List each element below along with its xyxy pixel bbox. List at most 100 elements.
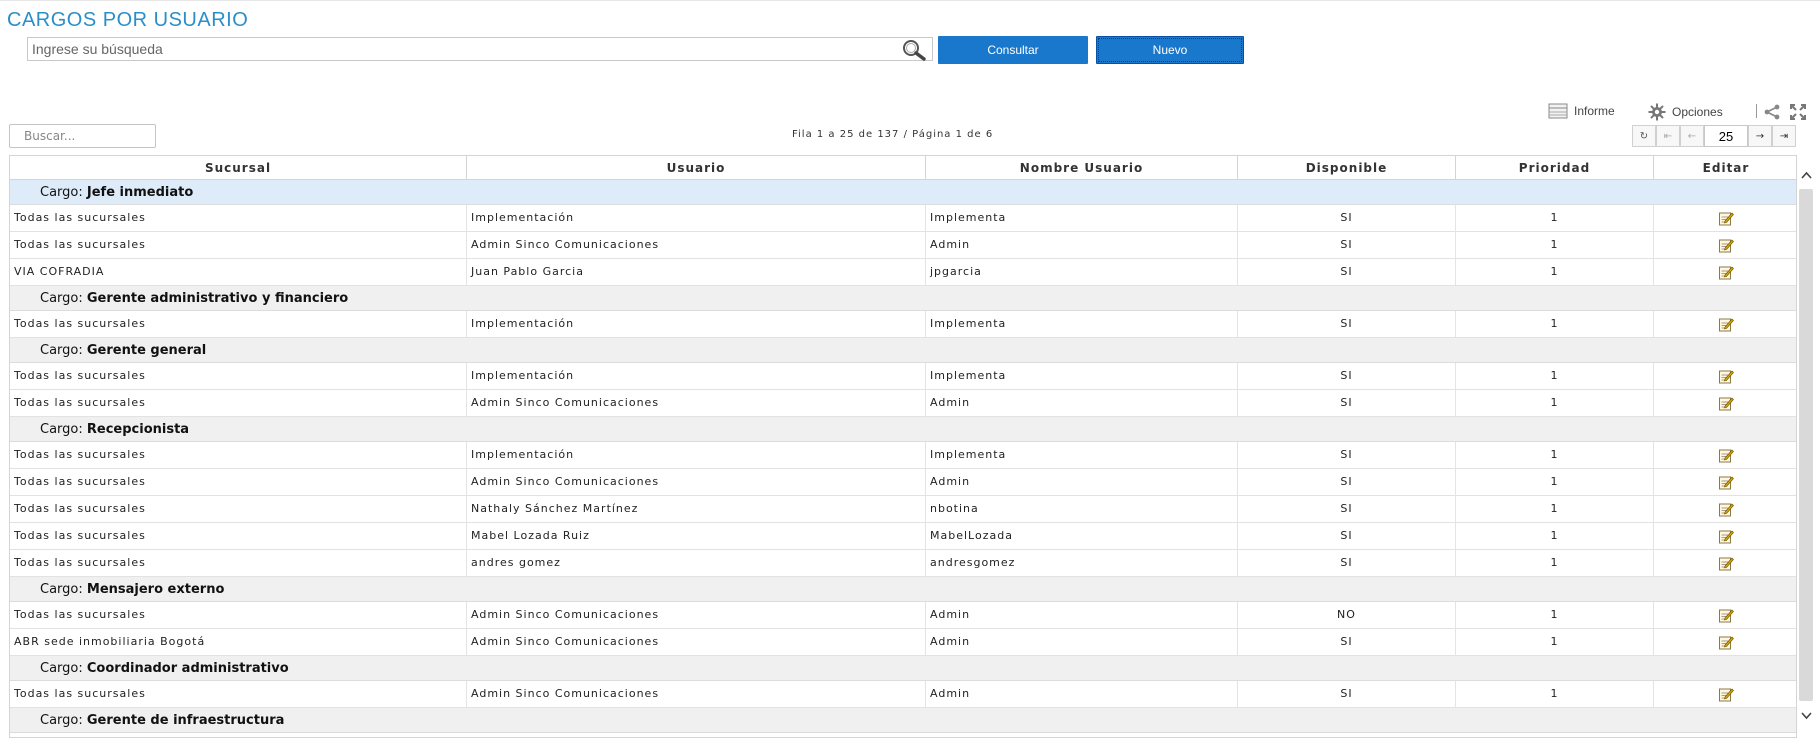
scroll-up-icon[interactable] bbox=[1800, 169, 1813, 182]
cell-nombre-usuario: nbotina bbox=[926, 496, 1238, 522]
table-row[interactable]: Todas las sucursales Implementación Implem… bbox=[10, 363, 1796, 390]
cell-disponible: SI bbox=[1238, 311, 1456, 337]
edit-icon[interactable] bbox=[1718, 264, 1734, 280]
table-row[interactable]: Todas las sucursales Admin Sinco Comunica… bbox=[10, 602, 1796, 629]
group-prefix: Cargo: bbox=[40, 713, 83, 728]
cell-disponible: NO bbox=[1238, 602, 1456, 628]
grid-search-input[interactable] bbox=[9, 124, 156, 148]
table-row[interactable]: VIA COFRADIA Juan Pablo Garcia jpgarcia SI 1 bbox=[10, 259, 1796, 286]
cell-nombre-usuario: Implementa bbox=[926, 311, 1238, 337]
table-row[interactable]: Todas las sucursales Implementación Implem… bbox=[10, 442, 1796, 469]
cell-sucursal: Todas las sucursales bbox=[10, 363, 467, 389]
cell-sucursal: Todas las sucursales bbox=[10, 496, 467, 522]
edit-icon[interactable] bbox=[1718, 368, 1734, 384]
table-row[interactable]: Todas las sucursales Admin Sinco Comunica… bbox=[10, 469, 1796, 496]
first-page-button[interactable]: ⇤ bbox=[1656, 125, 1680, 147]
last-page-button[interactable]: ⇥ bbox=[1772, 125, 1796, 147]
group-row[interactable]: Cargo: Jefe inmediato bbox=[10, 180, 1796, 205]
cell-sucursal: Todas las sucursales bbox=[10, 681, 467, 707]
cell-usuario: Admin Sinco Comunicaciones bbox=[467, 681, 926, 707]
cell-editar bbox=[1654, 363, 1796, 389]
edit-icon[interactable] bbox=[1718, 395, 1734, 411]
edit-icon[interactable] bbox=[1718, 634, 1734, 650]
table-row[interactable]: Todas las sucursales andres gomez andresgo… bbox=[10, 550, 1796, 577]
group-name: Recepcionista bbox=[86, 422, 190, 437]
col-header-prioridad[interactable]: Prioridad bbox=[1456, 156, 1654, 180]
share-icon[interactable] bbox=[1764, 104, 1780, 120]
cell-nombre-usuario: Admin bbox=[926, 469, 1238, 495]
cell-prioridad: 1 bbox=[1456, 681, 1654, 707]
refresh-icon[interactable]: ↻ bbox=[1632, 125, 1656, 147]
group-name: Mensajero externo bbox=[86, 582, 225, 597]
next-page-button[interactable]: → bbox=[1748, 125, 1772, 147]
edit-icon[interactable] bbox=[1718, 528, 1734, 544]
cell-prioridad: 1 bbox=[1456, 311, 1654, 337]
group-prefix: Cargo: bbox=[40, 661, 83, 676]
group-row[interactable]: Cargo: Mensajero externo bbox=[10, 577, 1796, 602]
cell-nombre-usuario: Admin bbox=[926, 390, 1238, 416]
col-header-nombre-usuario[interactable]: Nombre Usuario bbox=[926, 156, 1238, 180]
edit-icon[interactable] bbox=[1718, 237, 1734, 253]
pager: ↻ ⇤ ← → ⇥ bbox=[1632, 125, 1796, 147]
cell-sucursal: VIA COFRADIA bbox=[10, 259, 467, 285]
cell-usuario: andres gomez bbox=[467, 550, 926, 576]
cell-usuario: Admin Sinco Comunicaciones bbox=[467, 232, 926, 258]
edit-icon[interactable] bbox=[1718, 686, 1734, 702]
group-name: Gerente general bbox=[86, 343, 207, 358]
group-name: Jefe inmediato bbox=[86, 185, 194, 200]
edit-icon[interactable] bbox=[1718, 474, 1734, 490]
col-header-sucursal[interactable]: Sucursal bbox=[10, 156, 467, 180]
group-row[interactable]: Cargo: Gerente general bbox=[10, 338, 1796, 363]
group-prefix: Cargo: bbox=[40, 291, 83, 306]
col-header-disponible[interactable]: Disponible bbox=[1238, 156, 1456, 180]
scrollbar-thumb[interactable] bbox=[1799, 189, 1813, 701]
expand-icon[interactable] bbox=[1790, 104, 1806, 120]
table-row[interactable]: Todas las sucursales Admin Sinco Comunica… bbox=[10, 232, 1796, 259]
group-row[interactable]: Cargo: Gerente administrativo y financie… bbox=[10, 286, 1796, 311]
cell-disponible: SI bbox=[1238, 681, 1456, 707]
cell-prioridad: 1 bbox=[1456, 550, 1654, 576]
informe-button[interactable]: Informe bbox=[1548, 103, 1615, 119]
table-row[interactable]: Todas las sucursales Mabel Lozada Ruiz Mab… bbox=[10, 523, 1796, 550]
edit-icon[interactable] bbox=[1718, 316, 1734, 332]
cell-prioridad: 1 bbox=[1456, 629, 1654, 655]
table-row[interactable]: Todas las sucursales Admin Sinco Comunica… bbox=[10, 390, 1796, 417]
group-row[interactable]: Cargo: Gerente de infraestructura bbox=[10, 708, 1796, 733]
opciones-button[interactable]: Opciones bbox=[1648, 103, 1723, 121]
grid-body: Cargo: Jefe inmediato Todas las sucursale… bbox=[10, 180, 1796, 733]
group-row[interactable]: Cargo: Coordinador administrativo bbox=[10, 656, 1796, 681]
group-row[interactable]: Cargo: Recepcionista bbox=[10, 417, 1796, 442]
cell-sucursal: Todas las sucursales bbox=[10, 602, 467, 628]
edit-icon[interactable] bbox=[1718, 607, 1734, 623]
cell-prioridad: 1 bbox=[1456, 602, 1654, 628]
table-row[interactable]: Todas las sucursales Admin Sinco Comunica… bbox=[10, 681, 1796, 708]
cell-prioridad: 1 bbox=[1456, 205, 1654, 231]
cell-prioridad: 1 bbox=[1456, 259, 1654, 285]
table-row[interactable]: ABR sede inmobiliaria Bogotá Admin Sinco … bbox=[10, 629, 1796, 656]
edit-icon[interactable] bbox=[1718, 210, 1734, 226]
nuevo-button[interactable]: Nuevo bbox=[1096, 36, 1244, 64]
consultar-button[interactable]: Consultar bbox=[938, 36, 1088, 64]
edit-icon[interactable] bbox=[1718, 447, 1734, 463]
prev-page-button[interactable]: ← bbox=[1680, 125, 1704, 147]
table-row[interactable]: Todas las sucursales Implementación Implem… bbox=[10, 311, 1796, 338]
scroll-down-icon[interactable] bbox=[1800, 709, 1813, 722]
search-icon[interactable] bbox=[900, 39, 928, 61]
cell-editar bbox=[1654, 390, 1796, 416]
edit-icon[interactable] bbox=[1718, 555, 1734, 571]
page-size-input[interactable] bbox=[1704, 125, 1748, 147]
cell-nombre-usuario: andresgomez bbox=[926, 550, 1238, 576]
search-box[interactable] bbox=[27, 37, 933, 61]
cell-sucursal: Todas las sucursales bbox=[10, 550, 467, 576]
edit-icon[interactable] bbox=[1718, 501, 1734, 517]
col-header-editar[interactable]: Editar bbox=[1654, 156, 1796, 180]
vertical-scrollbar[interactable] bbox=[1797, 165, 1816, 738]
table-row[interactable]: Todas las sucursales Implementación Implem… bbox=[10, 205, 1796, 232]
col-header-usuario[interactable]: Usuario bbox=[467, 156, 926, 180]
table-row[interactable]: Todas las sucursales Nathaly Sánchez Mart… bbox=[10, 496, 1796, 523]
cell-disponible: SI bbox=[1238, 469, 1456, 495]
group-name: Gerente administrativo y financiero bbox=[86, 291, 349, 306]
cell-disponible: SI bbox=[1238, 205, 1456, 231]
cell-prioridad: 1 bbox=[1456, 232, 1654, 258]
search-input[interactable] bbox=[28, 38, 888, 60]
